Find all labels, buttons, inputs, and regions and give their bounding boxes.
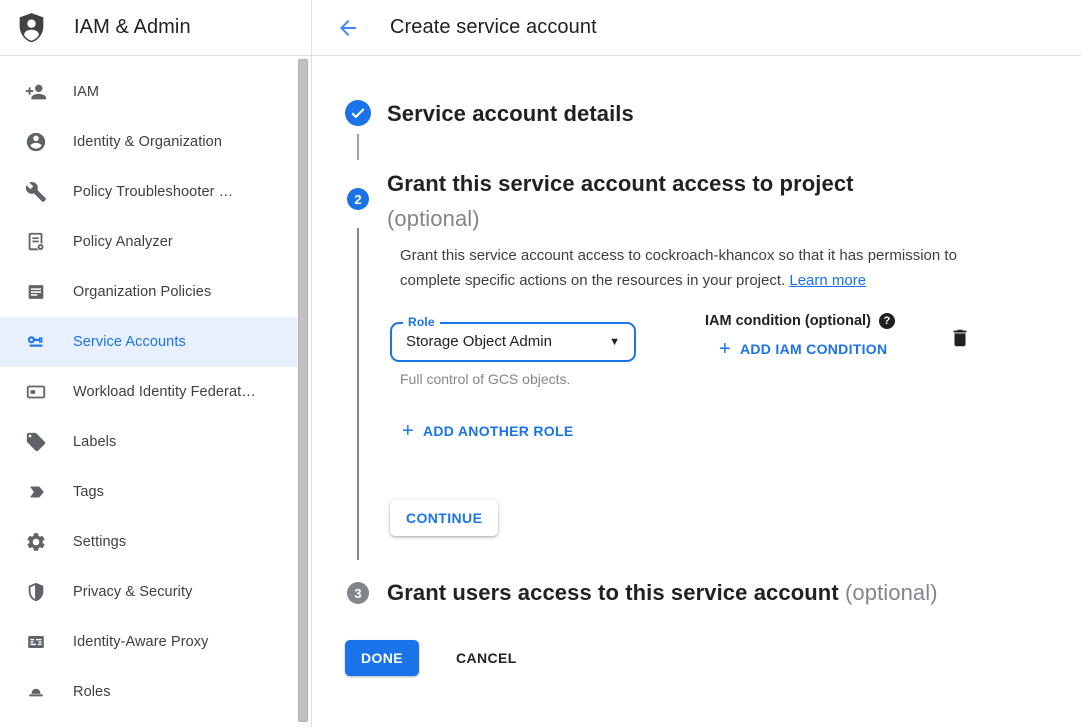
account-circle-icon [24,130,48,154]
help-icon[interactable]: ? [879,313,895,329]
add-another-role-label: ADD ANOTHER ROLE [423,423,574,439]
document-gear-icon [24,230,48,254]
step2-heading-text: Grant this service account access to pro… [387,171,854,196]
sidebar-item-label: Identity & Organization [73,134,222,150]
hat-icon [24,680,48,704]
back-arrow-icon [336,16,360,40]
main-panel: Create service account Service account d… [312,0,1081,727]
stepper-connector [357,134,359,160]
list-document-icon [24,280,48,304]
iam-shield-logo-icon [15,11,48,44]
sidebar-scrollbar-track [297,57,310,727]
step3-number-badge: 3 [347,582,369,604]
sidebar-item-label: Policy Analyzer [73,234,173,250]
sidebar-nav: IAM Identity & Organization Policy Troub… [0,56,311,717]
add-iam-condition-button[interactable]: + ADD IAM CONDITION [719,341,887,357]
iam-condition-label: IAM condition (optional) ? [705,313,895,329]
wall-icon [24,630,48,654]
plus-icon: + [402,423,414,439]
sidebar-item-label: Organization Policies [73,284,211,300]
plus-icon: + [719,341,731,357]
step2-heading: Grant this service account access to pro… [387,166,854,236]
delete-role-button[interactable] [949,327,973,351]
sidebar-item-label: Identity-Aware Proxy [73,634,209,650]
back-button[interactable] [334,14,362,42]
sidebar-item-policy-analyzer[interactable]: Policy Analyzer [0,217,297,267]
sidebar: IAM & Admin IAM Identity & Organization [0,0,312,727]
sidebar-item-tags[interactable]: Tags [0,467,297,517]
continue-button[interactable]: CONTINUE [390,500,498,536]
sidebar-item-workload-identity-federation[interactable]: Workload Identity Federat… [0,367,297,417]
service-account-key-icon [24,330,48,354]
sidebar-item-identity-organization[interactable]: Identity & Organization [0,117,297,167]
sidebar-item-label: Privacy & Security [73,584,192,600]
role-select[interactable]: Role Storage Object Admin ▼ [390,322,636,362]
role-field-value: Storage Object Admin [406,324,552,360]
step2-description: Grant this service account access to coc… [400,243,982,293]
step1-complete-icon [345,100,371,126]
wizard-content: Service account details 2 Grant this ser… [312,56,1081,727]
sidebar-item-identity-aware-proxy[interactable]: Identity-Aware Proxy [0,617,297,667]
iam-admin-app: IAM & Admin IAM Identity & Organization [0,0,1081,727]
sidebar-item-label: Roles [73,684,111,700]
badge-card-icon [24,380,48,404]
step3-optional-label: (optional) [845,580,938,605]
sidebar-item-label: Policy Troubleshooter … [73,184,233,200]
sidebar-scrollbar-thumb[interactable] [298,59,308,722]
tag-icon [24,430,48,454]
sidebar-item-label: Workload Identity Federat… [73,384,256,400]
sidebar-header: IAM & Admin [0,0,311,56]
sidebar-item-label: Labels [73,434,116,450]
sidebar-item-label: IAM [73,84,99,100]
sidebar-item-label: Settings [73,534,126,550]
trash-icon [949,327,973,349]
sidebar-item-labels[interactable]: Labels [0,417,297,467]
step3-optional-text: (optional) [845,580,938,605]
sidebar-item-policy-troubleshooter[interactable]: Policy Troubleshooter … [0,167,297,217]
stepper-connector [357,228,359,560]
shield-icon [24,580,48,604]
step2-description-text: Grant this service account access to coc… [400,247,957,289]
wrench-icon [24,180,48,204]
sidebar-item-service-accounts[interactable]: Service Accounts [0,317,297,367]
topbar: Create service account [312,0,1081,56]
step1-heading: Service account details [387,101,634,127]
step2-number-badge: 2 [347,188,369,210]
person-add-icon [24,80,48,104]
sidebar-item-roles[interactable]: Roles [0,667,297,717]
gear-icon [24,530,48,554]
sidebar-item-iam[interactable]: IAM [0,67,297,117]
sidebar-item-settings[interactable]: Settings [0,517,297,567]
add-another-role-button[interactable]: + ADD ANOTHER ROLE [402,423,574,439]
app-title: IAM & Admin [74,16,191,39]
cancel-button[interactable]: CANCEL [444,640,529,676]
sidebar-item-organization-policies[interactable]: Organization Policies [0,267,297,317]
sidebar-item-label: Tags [73,484,104,500]
step2-optional-label: (optional) [387,201,854,236]
add-iam-condition-label: ADD IAM CONDITION [740,341,887,357]
done-button[interactable]: DONE [345,640,419,676]
sidebar-item-label: Service Accounts [73,334,186,350]
chevron-down-icon: ▼ [609,336,620,348]
sidebar-item-privacy-security[interactable]: Privacy & Security [0,567,297,617]
step3-heading-text: Grant users access to this service accou… [387,580,839,605]
arrow-tag-icon [24,480,48,504]
iam-condition-label-text: IAM condition (optional) [705,313,871,329]
step3-heading: Grant users access to this service accou… [387,581,938,605]
role-helper-text: Full control of GCS objects. [400,371,570,387]
page-title: Create service account [390,16,597,39]
learn-more-link[interactable]: Learn more [789,272,866,289]
